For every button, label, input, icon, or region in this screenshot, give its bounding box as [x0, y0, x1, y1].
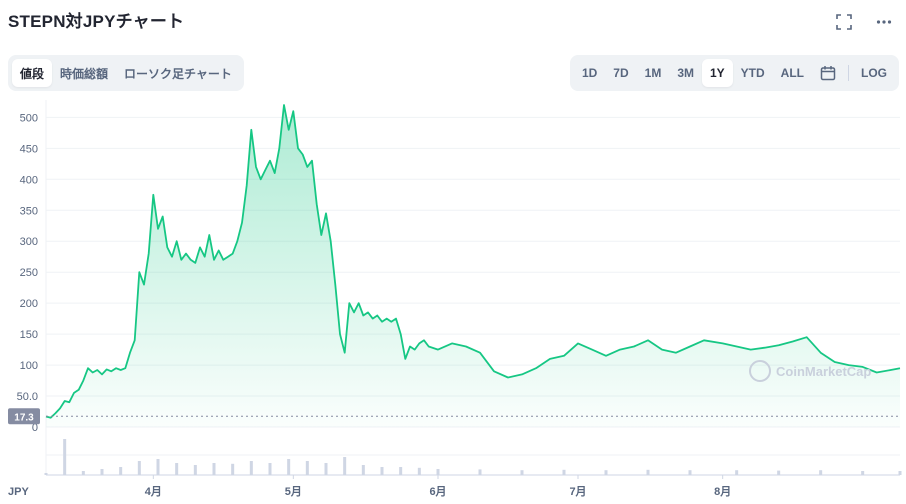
volume-bar: [175, 463, 179, 475]
volume-bar: [249, 461, 253, 475]
x-tick-label: 5月: [285, 485, 302, 498]
price-chart[interactable]: 50.0100150200250300350400450500017.34月 5月…: [0, 0, 906, 504]
volume-bar: [688, 470, 692, 475]
watermark: CoinMarketCap: [776, 364, 871, 379]
volume-bar: [119, 467, 123, 475]
volume-bar: [81, 471, 85, 475]
volume-bar: [324, 463, 328, 475]
current-value-label: 17.3: [14, 412, 34, 423]
volume-bar: [268, 463, 272, 475]
volume-bar: [417, 467, 421, 475]
volume-bar: [604, 470, 608, 475]
volume-bar: [100, 469, 104, 475]
y-tick-label: 350: [20, 205, 38, 217]
y-tick-label: 200: [20, 298, 38, 310]
volume-bar: [436, 469, 440, 475]
y-tick-label: 150: [20, 329, 38, 341]
x-tick-label: 4月: [145, 485, 162, 498]
volume-bar: [646, 469, 650, 475]
volume-bar: [193, 465, 197, 475]
volume-bar: [861, 471, 865, 475]
volume-bar: [63, 439, 67, 475]
volume-bar: [819, 470, 823, 475]
volume-bar: [156, 459, 160, 475]
price-area: [46, 105, 900, 427]
volume-bar: [898, 471, 902, 475]
volume-bar: [287, 459, 291, 475]
y-tick-label: 300: [20, 236, 38, 248]
volume-bar: [478, 469, 482, 475]
volume-bar: [137, 461, 141, 475]
volume-bar: [343, 457, 347, 475]
currency-label: JPY: [8, 486, 29, 498]
volume-bar: [520, 470, 524, 475]
volume-bar: [380, 467, 384, 475]
y-tick-label: 50.0: [17, 391, 38, 403]
volume-bar: [361, 465, 365, 475]
y-tick-label: 250: [20, 267, 38, 279]
y-tick-label: 450: [20, 143, 38, 155]
volume-bar: [212, 463, 216, 475]
volume-bar: [399, 467, 403, 475]
volume-bar: [305, 461, 309, 475]
volume-bar: [735, 470, 739, 475]
y-tick-label: 500: [20, 112, 38, 124]
y-tick-label: 100: [20, 360, 38, 372]
y-tick-label: 400: [20, 174, 38, 186]
x-tick-label: 8月: [714, 485, 731, 498]
x-tick-label: 6月: [429, 485, 446, 498]
volume-bar: [777, 470, 781, 475]
volume-bar: [562, 469, 566, 475]
volume-bar: [231, 463, 235, 475]
x-tick-label: 7月: [569, 485, 586, 498]
